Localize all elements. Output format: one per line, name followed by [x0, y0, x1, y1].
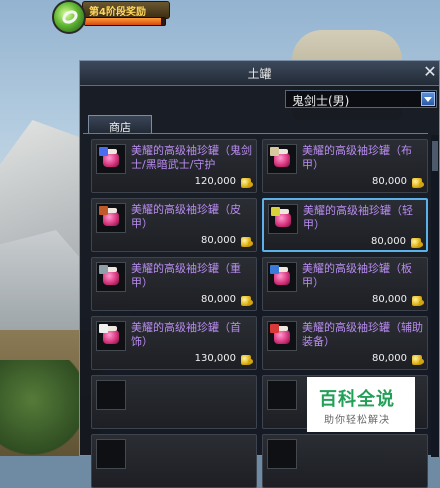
- item-price: 80,000: [201, 294, 236, 305]
- armor-type-icon: [99, 265, 108, 274]
- shop-item-card[interactable]: 美耀的高级袖珍罐（重甲） 80,000: [91, 257, 257, 311]
- class-filter-value: 鬼剑士(男): [292, 94, 350, 108]
- chevron-down-icon[interactable]: [421, 92, 435, 106]
- gold-coin-icon: [241, 355, 253, 365]
- item-slot[interactable]: [267, 321, 297, 351]
- item-slot[interactable]: [96, 321, 126, 351]
- stage-progress-fill: [85, 18, 161, 25]
- shop-item-card[interactable]: 美耀的高级袖珍罐（皮甲） 80,000: [91, 198, 257, 252]
- item-price: 80,000: [372, 353, 407, 364]
- gold-coin-icon: [412, 355, 424, 365]
- shop-item-card[interactable]: 美耀的高级袖珍罐（板甲） 80,000: [262, 257, 428, 311]
- item-name: 美耀的高级袖珍罐（鬼剑士/黑暗武士/守护: [131, 144, 252, 171]
- gold-coin-icon: [241, 178, 253, 188]
- scrollbar[interactable]: [431, 135, 439, 457]
- watermark-title: 百科全说: [319, 389, 395, 410]
- item-slot[interactable]: [96, 144, 126, 174]
- item-slot[interactable]: [96, 439, 126, 469]
- shop-item-card[interactable]: 美耀的高级袖珍罐（鬼剑士/黑暗武士/守护 120,000: [91, 139, 257, 193]
- armor-type-icon: [99, 206, 108, 215]
- item-name: 美耀的高级袖珍罐（板甲）: [302, 262, 412, 289]
- loop-icon: [60, 7, 80, 27]
- item-slot[interactable]: [268, 204, 298, 234]
- item-price: 80,000: [371, 236, 406, 247]
- stage-progress-bar: [84, 17, 166, 26]
- class-filter-dropdown[interactable]: 鬼剑士(男): [285, 90, 437, 108]
- item-name: 美耀的高级袖珍罐（皮甲）: [131, 203, 241, 230]
- background-tree: [0, 360, 80, 456]
- watermark-logo: 百科全说 助你轻松解决: [307, 377, 415, 432]
- empty-item-card[interactable]: [91, 375, 257, 429]
- close-icon[interactable]: ✕: [421, 62, 439, 82]
- tab-shop[interactable]: 商店: [88, 115, 152, 134]
- item-slot[interactable]: [267, 262, 297, 292]
- scrollbar-thumb[interactable]: [432, 141, 438, 171]
- armor-type-icon: [270, 324, 279, 333]
- gold-coin-icon: [412, 296, 424, 306]
- item-name: 美耀的高级袖珍罐（重甲）: [131, 262, 241, 289]
- shop-item-card[interactable]: 美耀的高级袖珍罐（辅助装备） 80,000: [262, 316, 428, 370]
- gold-coin-icon: [241, 237, 253, 247]
- gold-coin-icon: [411, 238, 423, 248]
- stage-reward-label: 第4阶段奖励: [89, 7, 146, 18]
- item-name: 美耀的高级袖珍罐（布甲）: [302, 144, 412, 171]
- gold-coin-icon: [241, 296, 253, 306]
- window-titlebar[interactable]: 土罐 ✕: [80, 61, 439, 86]
- item-price: 120,000: [194, 176, 236, 187]
- armor-type-icon: [270, 265, 279, 274]
- item-price: 80,000: [372, 176, 407, 187]
- item-slot[interactable]: [96, 203, 126, 233]
- item-slot[interactable]: [267, 439, 297, 469]
- armor-type-icon: [270, 147, 279, 156]
- shop-item-card[interactable]: 美耀的高级袖珍罐（布甲） 80,000: [262, 139, 428, 193]
- item-price: 80,000: [372, 294, 407, 305]
- item-slot[interactable]: [96, 262, 126, 292]
- empty-item-card[interactable]: [91, 434, 257, 488]
- item-name: 美耀的高级袖珍罐（首饰）: [131, 321, 241, 348]
- watermark-subtitle: 助你轻松解决: [324, 415, 390, 426]
- shop-item-card[interactable]: 美耀的高级袖珍罐（轻甲） 80,000: [262, 198, 428, 252]
- item-slot[interactable]: [267, 380, 297, 410]
- item-price: 80,000: [201, 235, 236, 246]
- empty-item-card[interactable]: [262, 434, 428, 488]
- green-loop-orb-icon[interactable]: [52, 0, 86, 34]
- item-price: 130,000: [194, 353, 236, 364]
- item-name: 美耀的高级袖珍罐（轻甲）: [303, 204, 413, 231]
- item-name: 美耀的高级袖珍罐（辅助装备）: [302, 321, 423, 348]
- window-title: 土罐: [247, 67, 272, 81]
- item-slot[interactable]: [267, 144, 297, 174]
- armor-type-icon: [271, 207, 280, 216]
- item-slot[interactable]: [96, 380, 126, 410]
- shop-item-card[interactable]: 美耀的高级袖珍罐（首饰） 130,000: [91, 316, 257, 370]
- gold-coin-icon: [412, 178, 424, 188]
- armor-type-icon: [99, 147, 108, 156]
- armor-type-icon: [99, 324, 108, 333]
